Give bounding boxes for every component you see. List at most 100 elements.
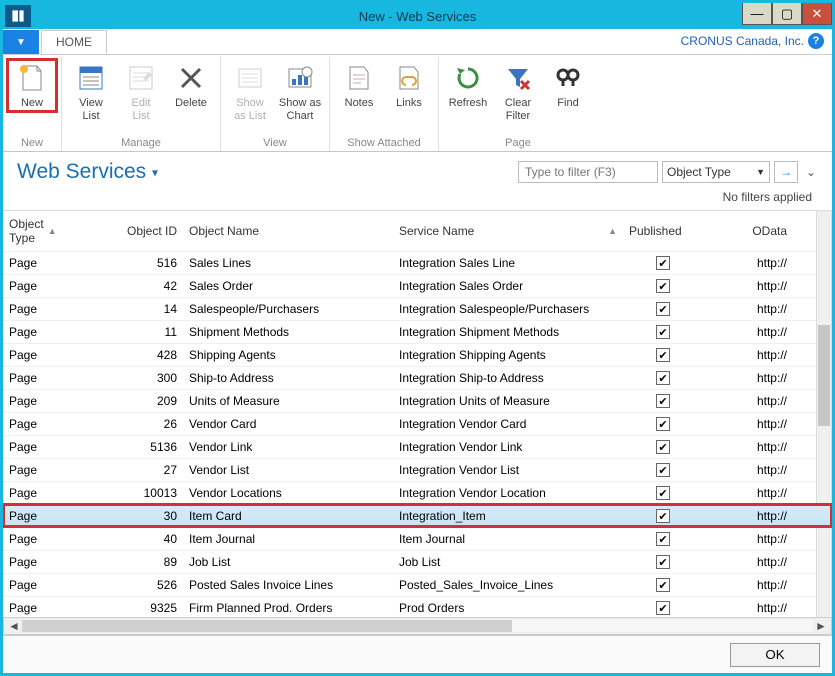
table-row[interactable]: Page300Ship-to AddressIntegration Ship-t… [3,366,832,389]
cell-odata-url[interactable]: http:// [703,254,793,272]
cell-odata-url[interactable]: http:// [703,461,793,479]
col-object-id[interactable]: Object ID [93,220,183,242]
checkbox-icon[interactable]: ✔ [656,555,670,569]
cell-odata-url[interactable]: http:// [703,277,793,295]
quick-filter-input[interactable] [518,161,658,183]
checkbox-icon[interactable]: ✔ [656,256,670,270]
cell-odata-url[interactable]: http:// [703,484,793,502]
file-tab[interactable]: ▼ [3,30,39,54]
table-row[interactable]: Page9325Firm Planned Prod. OrdersProd Or… [3,596,832,619]
cell-odata-url[interactable]: http:// [703,553,793,571]
checkbox-icon[interactable]: ✔ [656,394,670,408]
checkbox-icon[interactable]: ✔ [656,417,670,431]
table-row[interactable]: Page10013Vendor LocationsIntegration Ven… [3,481,832,504]
checkbox-icon[interactable]: ✔ [656,601,670,615]
table-row[interactable]: Page30Item CardIntegration_Item✔http:// [3,504,832,527]
cell-odata-url[interactable]: http:// [703,415,793,433]
notes-button[interactable]: Notes [334,59,384,112]
expand-filter-button[interactable]: ⌄ [802,161,820,183]
filter-field-dropdown[interactable]: Object Type▼ [662,161,770,183]
vertical-scrollbar[interactable] [816,211,832,617]
minimize-button[interactable]: — [742,3,772,25]
cell-odata-url[interactable]: http:// [703,530,793,548]
cell-published[interactable]: ✔ [623,369,703,388]
cell-published[interactable]: ✔ [623,415,703,434]
refresh-button[interactable]: Refresh [443,59,493,112]
col-service-name[interactable]: Service Name▲ [393,220,623,242]
links-button[interactable]: Links [384,59,434,112]
view-list-button[interactable]: View List [66,59,116,124]
cell-service-name: Integration Sales Order [393,277,623,295]
table-row[interactable]: Page27Vendor ListIntegration Vendor List… [3,458,832,481]
cell-odata-url[interactable]: http:// [703,438,793,456]
maximize-button[interactable]: ▢ [772,3,802,25]
checkbox-icon[interactable]: ✔ [656,463,670,477]
table-row[interactable]: Page89Job ListJob List✔http:// [3,550,832,573]
scroll-right-icon[interactable]: ► [813,619,829,633]
cell-published[interactable]: ✔ [623,484,703,503]
checkbox-icon[interactable]: ✔ [656,348,670,362]
page-title[interactable]: Web Services ▾ [17,160,158,184]
checkbox-icon[interactable]: ✔ [656,486,670,500]
close-button[interactable]: ✕ [802,3,832,25]
table-row[interactable]: Page428Shipping AgentsIntegration Shippi… [3,343,832,366]
help-icon[interactable]: ? [808,33,824,49]
checkbox-icon[interactable]: ✔ [656,371,670,385]
cell-published[interactable]: ✔ [623,576,703,595]
cell-odata-url[interactable]: http:// [703,392,793,410]
table-row[interactable]: Page26Vendor CardIntegration Vendor Card… [3,412,832,435]
cell-published[interactable]: ✔ [623,599,703,618]
horizontal-scrollbar[interactable]: ◄ ► [3,617,832,635]
table-row[interactable]: Page526Posted Sales Invoice LinesPosted_… [3,573,832,596]
show-as-list-button: Show as List [225,59,275,124]
cell-published[interactable]: ✔ [623,438,703,457]
cell-odata-url[interactable]: http:// [703,323,793,341]
cell-published[interactable]: ✔ [623,392,703,411]
col-object-name[interactable]: Object Name [183,220,393,242]
clear-filter-button[interactable]: Clear Filter [493,59,543,124]
apply-filter-button[interactable]: → [774,161,798,183]
table-row[interactable]: Page40Item JournalItem Journal✔http:// [3,527,832,550]
cell-published[interactable]: ✔ [623,323,703,342]
checkbox-icon[interactable]: ✔ [656,440,670,454]
col-object-type[interactable]: Object Type▲ [3,213,93,249]
cell-odata-url[interactable]: http:// [703,369,793,387]
cell-published[interactable]: ✔ [623,530,703,549]
table-row[interactable]: Page516Sales LinesIntegration Sales Line… [3,251,832,274]
cell-odata-url[interactable]: http:// [703,576,793,594]
checkbox-icon[interactable]: ✔ [656,325,670,339]
scroll-left-icon[interactable]: ◄ [6,619,22,633]
table-row[interactable]: Page5136Vendor LinkIntegration Vendor Li… [3,435,832,458]
cell-published[interactable]: ✔ [623,507,703,526]
checkbox-icon[interactable]: ✔ [656,302,670,316]
cell-object-type: Page [3,277,93,295]
cell-published[interactable]: ✔ [623,300,703,319]
table-row[interactable]: Page14Salespeople/PurchasersIntegration … [3,297,832,320]
col-odata[interactable]: OData [703,220,793,242]
cell-odata-url[interactable]: http:// [703,346,793,364]
table-row[interactable]: Page11Shipment MethodsIntegration Shipme… [3,320,832,343]
col-published[interactable]: Published [623,220,703,242]
ok-button[interactable]: OK [730,643,820,667]
show-as-chart-button[interactable]: Show as Chart [275,59,325,124]
table-row[interactable]: Page42Sales OrderIntegration Sales Order… [3,274,832,297]
cell-published[interactable]: ✔ [623,254,703,273]
cell-object-name: Item Card [183,507,393,525]
checkbox-icon[interactable]: ✔ [656,279,670,293]
checkbox-icon[interactable]: ✔ [656,509,670,523]
cell-odata-url[interactable]: http:// [703,300,793,318]
cell-odata-url[interactable]: http:// [703,507,793,525]
cell-odata-url[interactable]: http:// [703,599,793,617]
table-row[interactable]: Page209Units of MeasureIntegration Units… [3,389,832,412]
cell-published[interactable]: ✔ [623,277,703,296]
cell-published[interactable]: ✔ [623,553,703,572]
delete-button[interactable]: Delete [166,59,216,112]
cell-published[interactable]: ✔ [623,461,703,480]
find-button[interactable]: Find [543,59,593,112]
checkbox-icon[interactable]: ✔ [656,578,670,592]
tab-home[interactable]: HOME [41,30,107,54]
cell-published[interactable]: ✔ [623,346,703,365]
checkbox-icon[interactable]: ✔ [656,532,670,546]
notes-icon [342,61,376,95]
new-button[interactable]: New [7,59,57,112]
